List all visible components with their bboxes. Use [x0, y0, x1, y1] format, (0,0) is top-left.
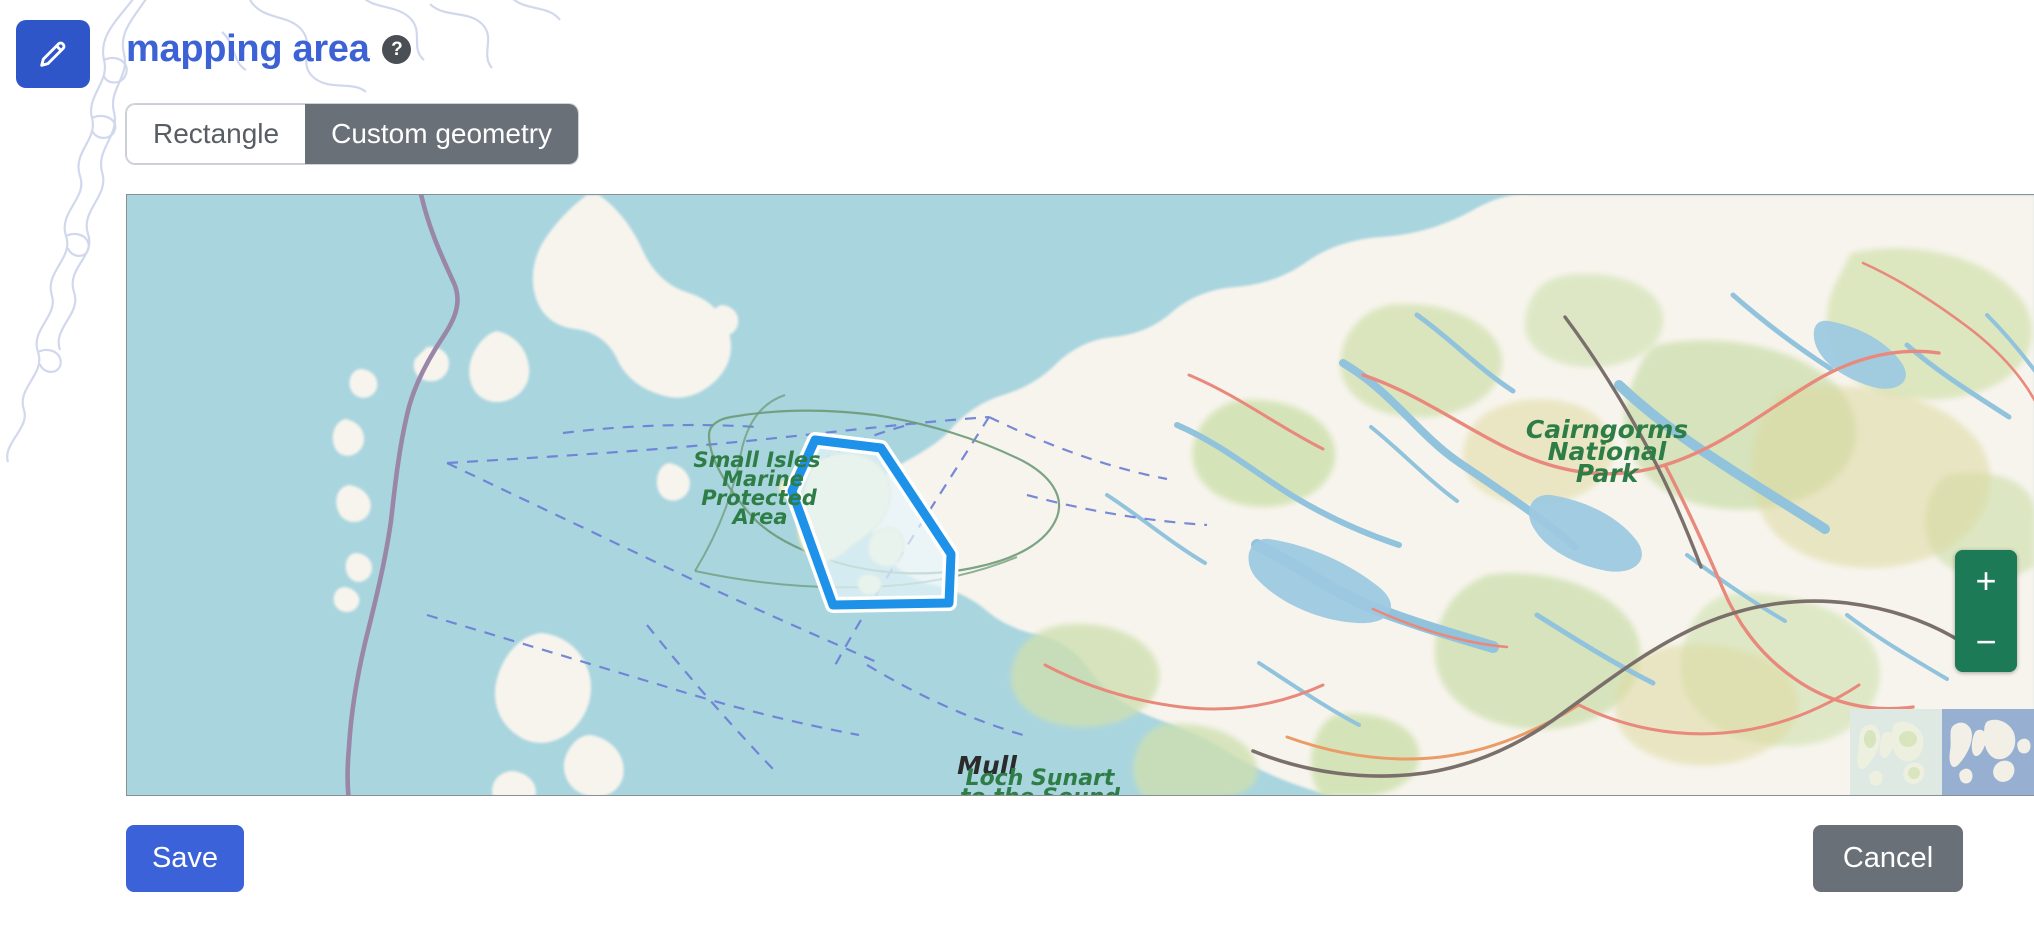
map-label: Park	[1576, 459, 1640, 488]
help-icon[interactable]: ?	[382, 34, 412, 64]
title-row: mapping area ?	[126, 28, 412, 70]
basemap-switcher[interactable]	[1850, 709, 2034, 795]
page-title: mapping area	[126, 28, 370, 70]
tab-custom-geometry[interactable]: Custom geometry	[305, 104, 579, 164]
zoom-in-button[interactable]: +	[1955, 550, 2017, 611]
save-button[interactable]: Save	[126, 825, 244, 892]
geometry-mode-tabs[interactable]: Rectangle Custom geometry	[126, 104, 579, 164]
pencil-icon	[36, 37, 70, 71]
zoom-out-button[interactable]: −	[1955, 611, 2017, 672]
map-label: to the Sound	[960, 785, 1120, 796]
map-label: Area	[730, 505, 787, 529]
edit-mode-badge[interactable]	[16, 20, 90, 88]
cancel-button[interactable]: Cancel	[1813, 825, 1963, 892]
ocean-world-thumbnail-button[interactable]	[1942, 709, 2034, 795]
map-zoom-controls[interactable]: + −	[1955, 550, 2017, 672]
tab-rectangle[interactable]: Rectangle	[126, 104, 306, 164]
map-canvas[interactable]: Small Isles Marine Protected Area Cairng…	[126, 194, 2034, 796]
terrain-world-thumbnail-button[interactable]	[1850, 709, 1942, 795]
